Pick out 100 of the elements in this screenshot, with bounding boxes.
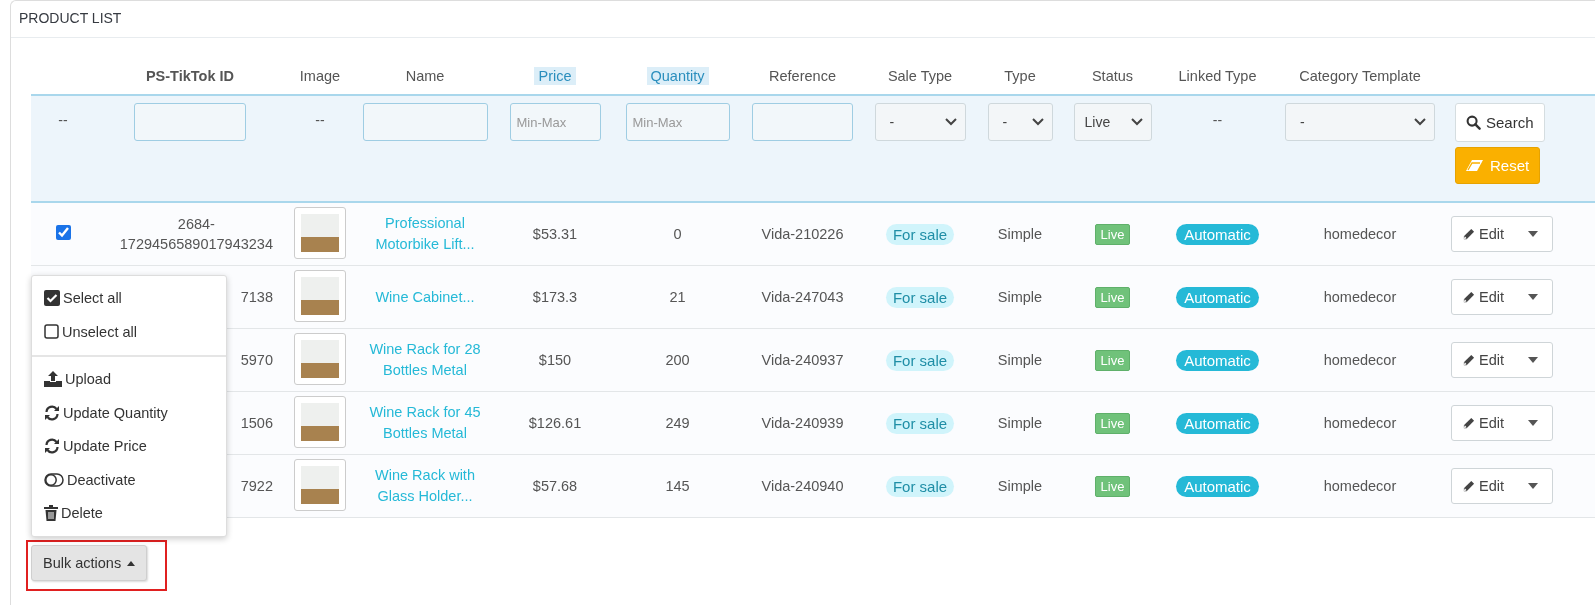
table-cell-text: Vida-247043 — [761, 289, 844, 305]
table-cell-text: homedecor — [1323, 478, 1397, 494]
menu-item[interactable]: Upload — [32, 362, 226, 396]
eraser-icon — [1466, 159, 1484, 172]
chevron-icon — [944, 118, 957, 126]
search-button[interactable]: Search — [1455, 103, 1545, 142]
menu-item[interactable]: Update Quantity — [32, 396, 226, 430]
filter-input[interactable]: Min-Max — [625, 103, 730, 141]
column-header: PS-TikTok ID — [144, 67, 236, 85]
filter-select[interactable]: Live — [1073, 103, 1152, 141]
product-id: 1506 — [240, 414, 273, 433]
pencil-icon — [1462, 290, 1475, 304]
column-header: Image — [298, 67, 342, 85]
empty-filter-text: -- — [58, 111, 68, 128]
linked-type-badge: Automatic — [1176, 223, 1259, 245]
linked-type-badge: Automatic — [1176, 286, 1259, 308]
table-cell-text: Simple — [997, 226, 1043, 242]
photo-placeholder — [301, 465, 339, 504]
edit-button[interactable]: Edit — [1452, 406, 1510, 440]
table-cell-text: Simple — [997, 478, 1043, 494]
sale-type-badge: For sale — [885, 412, 955, 434]
menu-item[interactable]: Unselect all — [32, 315, 226, 349]
column-header: Sale Type — [886, 67, 954, 85]
column-header: Status — [1090, 67, 1135, 85]
sale-type-badge: For sale — [885, 475, 955, 497]
status-badge: Live — [1094, 475, 1131, 497]
pencil-icon — [1462, 479, 1475, 493]
status-badge: Live — [1094, 223, 1131, 245]
menu-item[interactable]: Update Price — [32, 429, 226, 463]
caret-icon — [1528, 483, 1538, 489]
caret-icon — [127, 560, 136, 566]
bulk-actions-button[interactable]: Bulk actions — [31, 545, 148, 581]
product-id: 7138 — [240, 288, 273, 307]
filter-input[interactable] — [752, 103, 853, 141]
edit-button[interactable]: Edit — [1452, 217, 1510, 251]
caret-icon — [1528, 231, 1538, 237]
refresh-icon — [44, 404, 60, 421]
panel-title: PRODUCT LIST — [11, 1, 1595, 38]
table-cell-text: 0 — [673, 226, 682, 242]
table-cell-text: homedecor — [1323, 289, 1397, 305]
column-header: Type — [1003, 67, 1037, 85]
status-badge: Live — [1094, 349, 1131, 371]
sale-type-badge: For sale — [885, 349, 955, 371]
photo-placeholder — [301, 339, 339, 378]
table-cell-text: Vida-210226 — [761, 226, 844, 242]
column-header: Reference — [768, 67, 837, 85]
edit-button[interactable]: Edit — [1452, 469, 1510, 503]
empty-filter-text: -- — [1212, 111, 1223, 128]
table-cell-text: Vida-240939 — [761, 415, 844, 431]
table-cell-text: $173.3 — [532, 289, 578, 305]
column-header: Category Template — [1298, 67, 1422, 85]
filter-select[interactable]: - — [987, 103, 1053, 141]
chevron-icon — [1414, 118, 1426, 126]
filter-input[interactable] — [134, 103, 246, 141]
filter-input[interactable] — [362, 103, 488, 141]
edit-button[interactable]: Edit — [1452, 280, 1510, 314]
table-cell-text: Simple — [997, 415, 1043, 431]
table-cell-text: 145 — [665, 478, 690, 494]
pencil-icon — [1462, 227, 1475, 241]
row-checkbox[interactable] — [55, 225, 71, 240]
product-id: 2684- 1729456589017943234 — [119, 215, 273, 254]
chevron-icon — [1031, 118, 1044, 126]
upload-icon — [44, 371, 62, 388]
menu-item[interactable]: Delete — [32, 496, 226, 530]
filter-select[interactable]: - — [1285, 103, 1435, 141]
empty-filter-text: -- — [315, 111, 325, 128]
search-icon — [1466, 115, 1481, 130]
table-cell-text: Vida-240940 — [761, 478, 844, 494]
linked-type-badge: Automatic — [1176, 412, 1259, 434]
table-cell-text: Simple — [997, 352, 1043, 368]
table-cell-text: $126.61 — [528, 415, 582, 431]
menu-item[interactable]: Deactivate — [32, 463, 226, 497]
table-cell-text: homedecor — [1323, 415, 1397, 431]
product-id: 5970 — [240, 351, 273, 370]
caret-icon — [1528, 357, 1538, 363]
table-cell-text: $53.31 — [532, 226, 578, 242]
pencil-icon — [1462, 353, 1475, 367]
table-cell-text: 249 — [665, 415, 690, 431]
menu-item[interactable]: Select all — [32, 281, 226, 315]
table-cell-text: 200 — [665, 352, 690, 368]
linked-type-badge: Automatic — [1176, 475, 1259, 497]
refresh-icon — [44, 438, 60, 455]
chevron-icon — [1130, 118, 1143, 126]
trash-icon — [44, 505, 58, 522]
status-badge: Live — [1094, 412, 1131, 434]
status-badge: Live — [1094, 286, 1131, 308]
table-cell-text: $150 — [538, 352, 572, 368]
column-header: Linked Type — [1177, 67, 1258, 85]
edit-button[interactable]: Edit — [1452, 343, 1510, 377]
toggle-icon — [44, 472, 64, 487]
photo-placeholder — [301, 213, 339, 252]
pencil-icon — [1462, 416, 1475, 430]
sale-type-badge: For sale — [885, 286, 955, 308]
caret-icon — [1528, 420, 1538, 426]
filter-input[interactable]: Min-Max — [509, 103, 601, 141]
photo-placeholder — [301, 276, 339, 315]
table-cell-text: homedecor — [1323, 226, 1397, 242]
checked-box-icon — [44, 290, 60, 307]
sale-type-badge: For sale — [885, 223, 955, 245]
filter-select[interactable]: - — [874, 103, 966, 141]
